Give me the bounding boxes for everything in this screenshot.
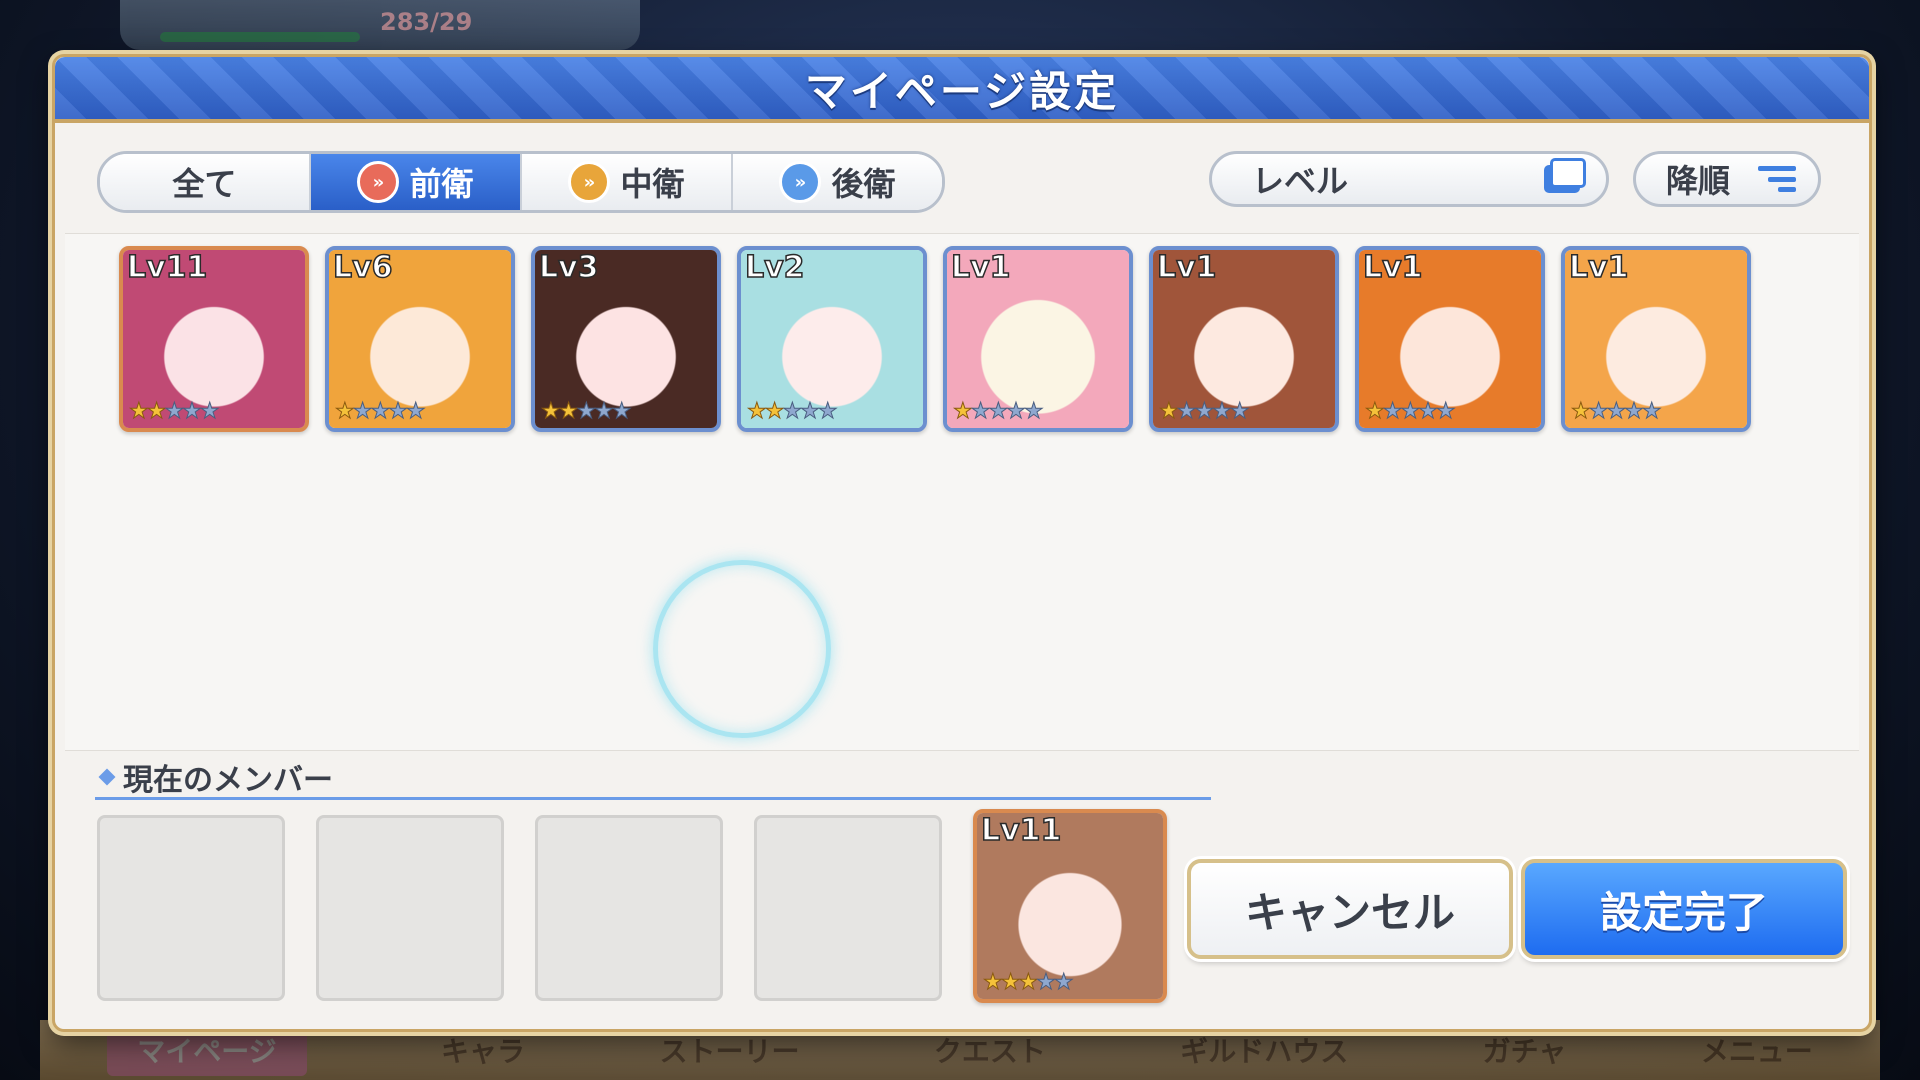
members-label: 現在のメンバー [123,763,333,798]
tab-all[interactable]: 全て [100,154,311,210]
star-rating-icon: ★★★★★ [1159,399,1251,425]
star-rating-icon: ★★★★★ [953,399,1045,425]
confirm-button[interactable]: 設定完了 [1521,859,1847,959]
tab-front-label: 前衛 [409,165,474,203]
star-rating-icon: ★★★★★ [540,399,632,425]
character-level: Lv1 [1568,250,1629,286]
empty-member-slot[interactable] [754,815,942,1001]
dialog-titlebar: マイページ設定 [55,57,1869,123]
members-section-header: 現在のメンバー [95,757,1211,800]
nav-guildhouse: ギルドハウス [1180,1035,1349,1068]
character-card[interactable]: Lv1 ★★★★★ [943,246,1133,432]
character-card[interactable]: Lv1 ★★★★★ [1561,246,1751,432]
character-level: Lv1 [1156,250,1217,286]
tap-indicator [653,560,831,738]
nav-quest: クエスト [933,1035,1046,1068]
back-position-icon: » [779,161,822,203]
exp-bar [160,32,360,42]
nav-story: ストーリー [659,1035,800,1068]
sort-select[interactable]: レベル [1209,151,1609,207]
character-list: Lv11 ★★★★★ Lv6 ★★★★★ Lv3 ★★★★★ Lv2 ★★★★★… [65,233,1859,751]
character-level: Lv1 [1362,250,1423,286]
diamond-bullet-icon [98,768,116,786]
character-level: Lv11 [126,250,208,286]
sort-select-label: レベル [1252,162,1349,200]
character-card[interactable]: Lv11 ★★★★★ [119,246,309,432]
dialog-title: マイページ設定 [804,66,1120,116]
tab-all-label: 全て [172,165,237,203]
tab-back[interactable]: » 後衛 [733,154,942,210]
sort-order-label: 降順 [1666,162,1731,200]
character-level: Lv3 [538,250,599,286]
character-level: Lv2 [744,250,805,286]
tab-front[interactable]: » 前衛 [311,154,522,210]
middle-position-icon: » [568,161,611,203]
sort-lines-icon [1758,166,1796,192]
star-rating-icon: ★★★★★ [335,399,427,425]
front-position-icon: » [357,161,400,203]
star-rating-icon: ★★★★★ [1571,399,1663,425]
star-rating-icon: ★★★★★ [746,399,838,425]
member-slots: Lv11 ★★★★★ [97,809,1167,1003]
tab-back-label: 後衛 [831,165,896,203]
character-level: Lv1 [950,250,1011,286]
current-member-card[interactable]: Lv11 ★★★★★ [973,809,1167,1003]
sort-order-button[interactable]: 降順 [1633,151,1821,207]
nav-gacha: ガチャ [1482,1035,1567,1068]
character-card[interactable]: Lv3 ★★★★★ [531,246,721,432]
mypage-settings-dialog: マイページ設定 全て » 前衛 » 中衛 » 後衛 レベル 降順 Lv11 ★★… [52,54,1872,1032]
star-rating-icon: ★★★★★ [128,399,220,425]
cancel-button[interactable]: キャンセル [1187,859,1513,959]
empty-member-slot[interactable] [316,815,504,1001]
position-filter-tabs: 全て » 前衛 » 中衛 » 後衛 [97,151,945,213]
nav-chara: キャラ [441,1035,526,1068]
character-card[interactable]: Lv1 ★★★★★ [1355,246,1545,432]
character-card[interactable]: Lv1 ★★★★★ [1149,246,1339,432]
character-level: Lv6 [332,250,393,286]
tab-middle-label: 中衛 [620,165,685,203]
stamina-readout: 283/29 [380,8,473,36]
empty-member-slot[interactable] [97,815,285,1001]
character-level: Lv11 [980,813,1062,849]
character-card[interactable]: Lv6 ★★★★★ [325,246,515,432]
empty-member-slot[interactable] [535,815,723,1001]
nav-menu: メニュー [1700,1035,1813,1068]
tab-middle[interactable]: » 中衛 [522,154,733,210]
star-rating-icon: ★★★★★ [982,970,1074,996]
character-card[interactable]: Lv2 ★★★★★ [737,246,927,432]
window-stack-icon [1544,158,1586,193]
star-rating-icon: ★★★★★ [1365,399,1457,425]
